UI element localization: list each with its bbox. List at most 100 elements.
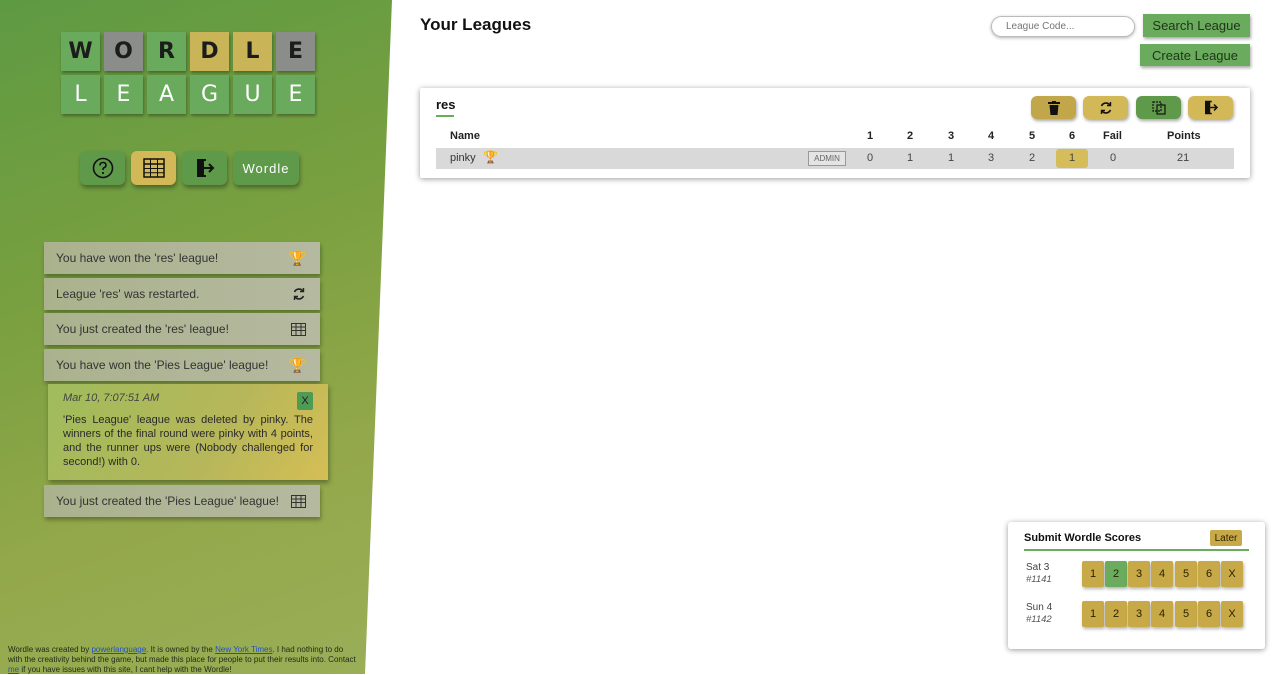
powerlanguage-link[interactable]: powerlanguage bbox=[91, 645, 146, 654]
table-cell: 1 bbox=[948, 152, 955, 164]
score-button[interactable]: 4 bbox=[1151, 601, 1173, 627]
logo-tile: E bbox=[276, 75, 315, 114]
logo-tile: O bbox=[104, 32, 143, 71]
notification-item[interactable]: You just created the 'res' league! bbox=[44, 313, 320, 345]
table-grid-icon bbox=[291, 494, 306, 508]
score-button[interactable]: 4 bbox=[1151, 561, 1173, 587]
score-button[interactable]: 5 bbox=[1175, 601, 1197, 627]
table-cell: 1 bbox=[1069, 152, 1076, 164]
footer-text: Wordle was created by bbox=[8, 645, 92, 654]
sidebar: W O R D L E L E A G U E Wordle You have … bbox=[0, 0, 392, 674]
notification-time: Mar 10, 7:07:51 AM bbox=[63, 392, 160, 404]
footer-text: . It is owned by the bbox=[146, 645, 216, 654]
score-button[interactable]: 1 bbox=[1082, 601, 1104, 627]
table-cell: 0 bbox=[867, 152, 874, 164]
logo-tile: D bbox=[190, 32, 229, 71]
league-name-underline bbox=[436, 115, 454, 117]
column-header-6: 6 bbox=[1069, 130, 1076, 142]
score-button[interactable]: 3 bbox=[1128, 601, 1150, 627]
notification-item[interactable]: You have won the 'res' league! 🏆 bbox=[44, 242, 320, 274]
score-button[interactable]: 6 bbox=[1198, 561, 1220, 587]
nyt-link[interactable]: New York Times bbox=[215, 645, 272, 654]
logout-button[interactable] bbox=[182, 151, 227, 185]
logo-tile: E bbox=[104, 75, 143, 114]
column-header-4: 4 bbox=[988, 130, 995, 142]
trash-icon bbox=[1047, 100, 1060, 115]
score-button[interactable]: X bbox=[1221, 601, 1243, 627]
notification-text: You have won the 'Pies League' league! bbox=[56, 358, 269, 372]
leagues-button[interactable] bbox=[131, 151, 176, 185]
footer-text: if you have issues with this site, I can… bbox=[19, 665, 232, 674]
leave-icon bbox=[1204, 100, 1218, 115]
table-cell: 21 bbox=[1177, 152, 1190, 164]
create-league-button[interactable]: Create League bbox=[1140, 44, 1250, 66]
notification-text: You just created the 'Pies League' leagu… bbox=[56, 494, 279, 508]
table-grid-icon bbox=[142, 158, 165, 178]
column-header-3: 3 bbox=[948, 130, 955, 142]
help-button[interactable] bbox=[80, 151, 125, 185]
notification-text: League 'res' was restarted. bbox=[56, 287, 200, 301]
league-card: res Name 1 2 3 4 5 6 Fail Points pinky 🏆… bbox=[420, 88, 1250, 178]
footer-credits: Wordle was created by powerlanguage. It … bbox=[8, 645, 358, 674]
logo-bottom-row: L E A G U E bbox=[61, 75, 315, 114]
table-cell: 3 bbox=[988, 152, 995, 164]
column-header-name: Name bbox=[450, 130, 480, 142]
column-header-1: 1 bbox=[867, 130, 874, 142]
wordle-number: #1142 bbox=[1026, 614, 1052, 625]
wordle-number: #1141 bbox=[1026, 574, 1052, 585]
column-header-5: 5 bbox=[1029, 130, 1036, 142]
question-circle-icon bbox=[92, 157, 113, 179]
contact-link[interactable]: me bbox=[8, 665, 19, 674]
score-button[interactable]: 5 bbox=[1175, 561, 1197, 587]
logo-tile: L bbox=[233, 32, 272, 71]
score-button[interactable]: 3 bbox=[1128, 561, 1150, 587]
column-header-points: Points bbox=[1167, 130, 1201, 142]
copy-code-button[interactable] bbox=[1136, 96, 1181, 119]
league-code-input[interactable] bbox=[991, 16, 1135, 37]
table-cell: 2 bbox=[1029, 152, 1036, 164]
copy-icon bbox=[1151, 100, 1166, 115]
leave-league-button[interactable] bbox=[1188, 96, 1233, 119]
trophy-icon: 🏆 bbox=[288, 249, 306, 266]
search-league-button[interactable]: Search League bbox=[1143, 14, 1250, 37]
close-notification-button[interactable]: X bbox=[297, 392, 313, 410]
notification-item[interactable]: You have won the 'Pies League' league! 🏆 bbox=[44, 349, 320, 381]
notification-expanded[interactable]: Mar 10, 7:07:51 AM X 'Pies League' leagu… bbox=[48, 384, 328, 480]
day-label: Sat 3 #1141 bbox=[1026, 562, 1052, 586]
logo-tile: W bbox=[61, 32, 100, 71]
submit-scores-title: Submit Wordle Scores bbox=[1024, 532, 1142, 544]
notification-item[interactable]: You just created the 'Pies League' leagu… bbox=[44, 485, 320, 517]
score-button[interactable]: 6 bbox=[1198, 601, 1220, 627]
logo-tile: R bbox=[147, 32, 186, 71]
logo-tile: E bbox=[276, 32, 315, 71]
score-button[interactable]: X bbox=[1221, 561, 1243, 587]
logo-tile: L bbox=[61, 75, 100, 114]
notification-message: 'Pies League' league was deleted by pink… bbox=[63, 414, 313, 468]
submit-scores-underline bbox=[1024, 549, 1249, 551]
restart-icon bbox=[293, 288, 305, 300]
table-cell: 1 bbox=[907, 152, 914, 164]
column-header-fail: Fail bbox=[1103, 130, 1122, 142]
score-button[interactable]: 2 bbox=[1105, 601, 1127, 627]
player-name: pinky bbox=[450, 152, 476, 164]
page-title: Your Leagues bbox=[420, 15, 532, 34]
logout-icon bbox=[196, 159, 214, 177]
score-button[interactable]: 2 bbox=[1105, 561, 1127, 587]
restart-league-button[interactable] bbox=[1083, 96, 1128, 119]
league-name: res bbox=[436, 97, 456, 112]
table-cell: 0 bbox=[1110, 152, 1117, 164]
day-name: Sat 3 bbox=[1026, 562, 1050, 573]
trophy-icon: 🏆 bbox=[483, 150, 498, 164]
logo-tile: A bbox=[147, 75, 186, 114]
later-button[interactable]: Later bbox=[1210, 530, 1242, 546]
logo-tile: U bbox=[233, 75, 272, 114]
notification-item[interactable]: League 'res' was restarted. bbox=[44, 278, 320, 310]
delete-league-button[interactable] bbox=[1031, 96, 1076, 119]
day-name: Sun 4 bbox=[1026, 602, 1053, 613]
nav-buttons: Wordle bbox=[80, 151, 299, 185]
notification-text: You just created the 'res' league! bbox=[56, 322, 229, 336]
table-grid-icon bbox=[291, 322, 306, 336]
wordle-button[interactable]: Wordle bbox=[233, 151, 299, 185]
score-button[interactable]: 1 bbox=[1082, 561, 1104, 587]
logo-top-row: W O R D L E bbox=[61, 32, 315, 71]
